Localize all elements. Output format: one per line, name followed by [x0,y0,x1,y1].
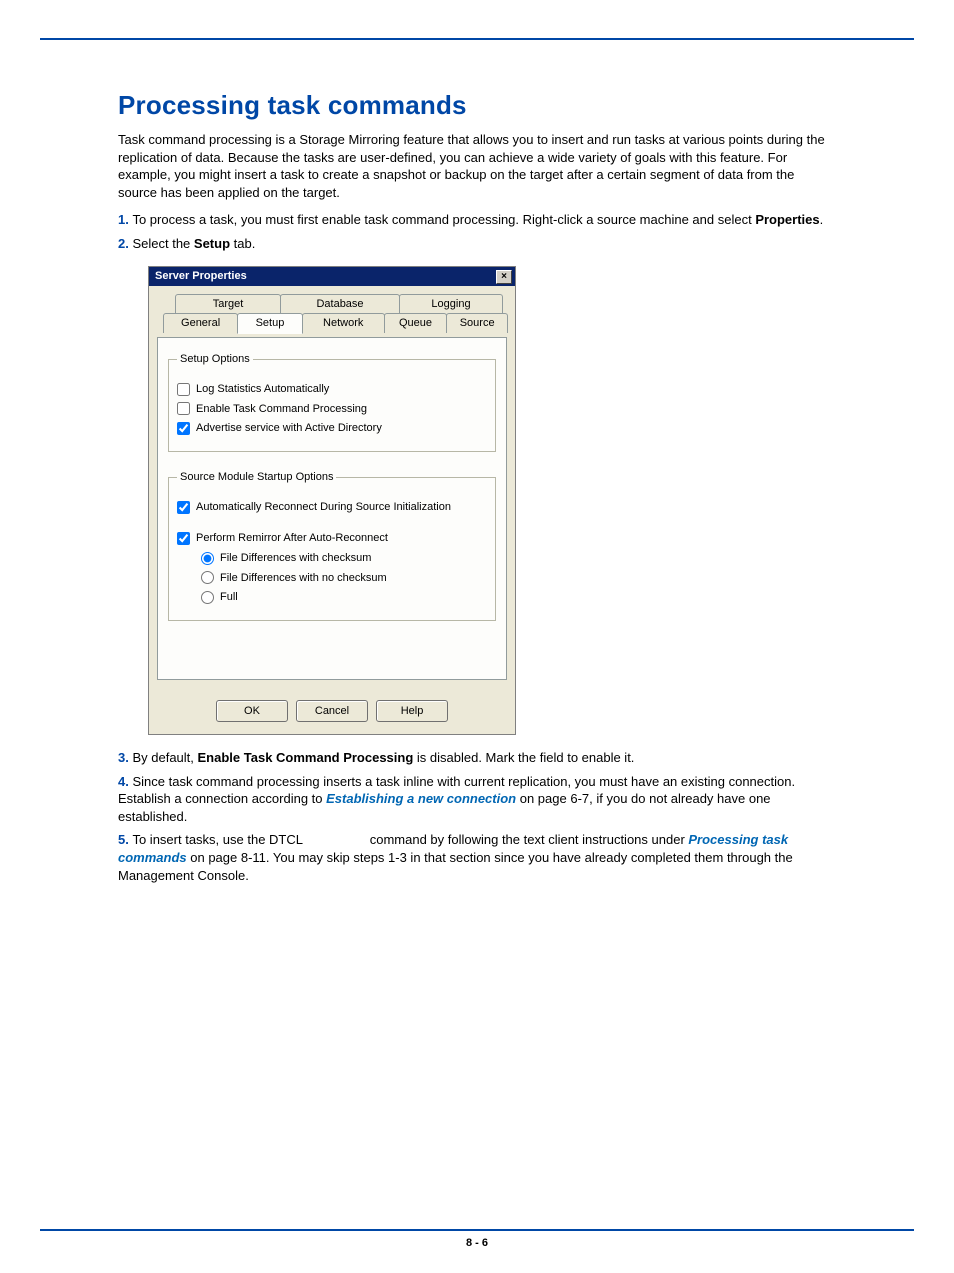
link-establishing-connection[interactable]: Establishing a new connection [326,791,516,806]
close-icon: × [501,272,507,282]
setup-options-group: Setup Options Log Statistics Automatical… [168,352,496,452]
page-footer: 8 - 6 [40,1229,914,1249]
advertise-ad-checkbox[interactable] [177,422,190,435]
tab-setup[interactable]: Setup [237,313,303,334]
step-3: By default, Enable Task Command Processi… [118,749,836,767]
tab-logging[interactable]: Logging [399,294,503,314]
step-text: is disabled. Mark the field to enable it… [413,750,634,765]
steps-list: To process a task, you must first enable… [118,211,836,884]
close-button[interactable]: × [496,270,512,284]
step-text: By default, [132,750,197,765]
tab-row-back: Target Database Logging [175,294,507,314]
help-button[interactable]: Help [376,700,448,722]
tab-database[interactable]: Database [280,294,400,314]
source-module-group: Source Module Startup Options Automatica… [168,470,496,621]
ui-ref-enable-task: Enable Task Command Processing [198,750,414,765]
perform-remirror-checkbox[interactable] [177,532,190,545]
full-radio[interactable] [201,591,214,604]
ui-ref-setup: Setup [194,236,230,251]
file-diff-nochecksum-label: File Differences with no checksum [220,571,387,586]
dialog-button-bar: OK Cancel Help [149,690,515,734]
step-text: To insert tasks, use the DTCL [132,832,306,847]
dialog-titlebar: Server Properties × [149,267,515,286]
dtcl-command-name: queuetask [306,832,366,847]
ui-ref-properties: Properties [755,212,819,227]
file-diff-checksum-radio[interactable] [201,552,214,565]
step-text: To process a task, you must first enable… [132,212,755,227]
tab-queue[interactable]: Queue [384,313,448,333]
full-label: Full [220,590,238,605]
page-heading: Processing task commands [118,90,836,121]
step-text: command by following the text client ins… [366,832,688,847]
step-5: To insert tasks, use the DTCL queuetask … [118,831,836,884]
perform-remirror-label: Perform Remirror After Auto-Reconnect [196,531,388,546]
page-number: 8 - 6 [466,1237,488,1249]
tab-general[interactable]: General [163,313,238,333]
step-text: . [820,212,824,227]
setup-options-legend: Setup Options [177,352,253,367]
log-statistics-label: Log Statistics Automatically [196,382,329,397]
server-properties-dialog: Server Properties × Target Database Logg… [148,266,516,735]
file-diff-nochecksum-radio[interactable] [201,571,214,584]
advertise-ad-label: Advertise service with Active Directory [196,421,382,436]
step-4: Since task command processing inserts a … [118,773,836,826]
auto-reconnect-checkbox[interactable] [177,501,190,514]
tab-row-front: General Setup Network Queue Source [163,313,507,333]
source-module-legend: Source Module Startup Options [177,470,336,485]
enable-task-command-label: Enable Task Command Processing [196,402,367,417]
file-diff-checksum-label: File Differences with checksum [220,551,371,566]
step-text: tab. [230,236,255,251]
step-1: To process a task, you must first enable… [118,211,836,229]
tab-source[interactable]: Source [446,313,508,333]
ok-button[interactable]: OK [216,700,288,722]
log-statistics-checkbox[interactable] [177,383,190,396]
setup-tab-panel: Setup Options Log Statistics Automatical… [157,337,507,680]
auto-reconnect-label: Automatically Reconnect During Source In… [196,500,451,515]
step-text: Select the [132,236,193,251]
step-2: Select the Setup tab. Server Properties … [118,235,836,736]
dialog-title: Server Properties [155,269,247,284]
enable-task-command-checkbox[interactable] [177,402,190,415]
step-text: on page 8-11. You may skip steps 1-3 in … [118,850,793,883]
cancel-button[interactable]: Cancel [296,700,368,722]
tab-network[interactable]: Network [302,313,385,333]
intro-paragraph: Task command processing is a Storage Mir… [118,131,836,201]
tab-target[interactable]: Target [175,294,281,314]
